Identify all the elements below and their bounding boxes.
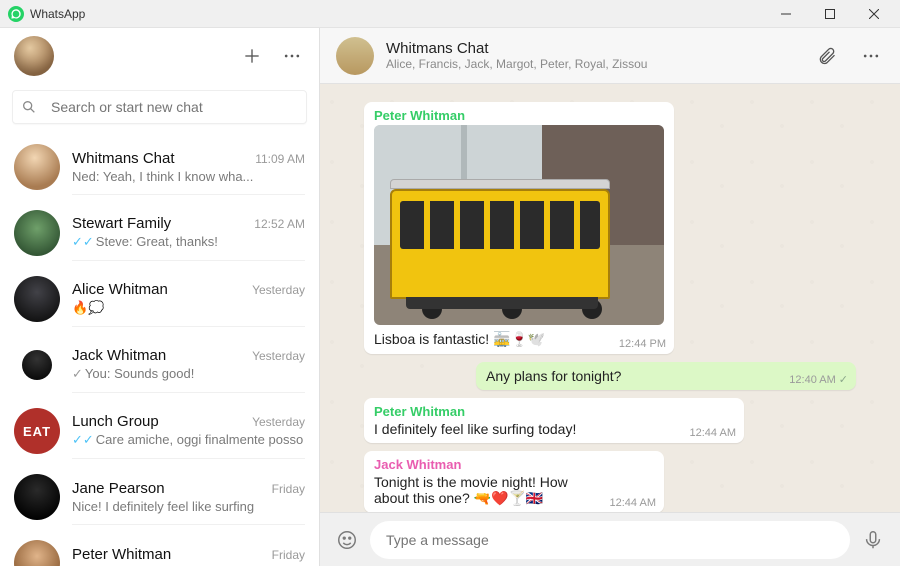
read-tick-icon: ✓✓ xyxy=(72,234,94,249)
chat-item[interactable]: EAT Lunch Group Yesterday ✓✓Care amiche, … xyxy=(0,398,319,464)
chat-item[interactable]: Jack Whitman Yesterday ✓You: Sounds good! xyxy=(0,332,319,398)
chat-time: Yesterday xyxy=(252,283,305,297)
message-time: 12:40 AM xyxy=(789,374,835,386)
window-title: WhatsApp xyxy=(30,7,85,21)
chat-time: Yesterday xyxy=(252,349,305,363)
chat-time: Friday xyxy=(272,548,305,562)
sent-tick-icon: ✓ xyxy=(72,366,83,381)
chat-list: Whitmans Chat 11:09 AM Ned: Yeah, I think… xyxy=(0,134,319,566)
chat-avatar xyxy=(14,474,60,520)
window-minimize-button[interactable] xyxy=(764,0,808,28)
conversation-members: Alice, Francis, Jack, Margot, Peter, Roy… xyxy=(386,57,796,71)
message-composer xyxy=(320,512,900,566)
chat-avatar xyxy=(14,276,60,322)
chat-avatar: EAT xyxy=(14,408,60,454)
read-tick-icon: ✓✓ xyxy=(72,432,94,447)
message-time: 12:44 AM xyxy=(610,497,656,509)
message-body: I definitely feel like surfing today! xyxy=(374,421,736,437)
new-chat-button[interactable] xyxy=(239,43,265,69)
chat-preview: ✓✓Care amiche, oggi finalmente posso xyxy=(72,432,305,448)
chat-item[interactable]: Stewart Family 12:52 AM ✓✓Steve: Great, t… xyxy=(0,200,319,266)
attach-button[interactable] xyxy=(814,43,840,69)
chat-time: 12:52 AM xyxy=(254,217,305,231)
message-sender: Peter Whitman xyxy=(374,108,666,123)
message-time: 12:44 AM xyxy=(690,427,736,439)
sent-tick-icon: ✓ xyxy=(839,373,848,386)
conversation-panel: Whitmans Chat Alice, Francis, Jack, Marg… xyxy=(320,28,900,566)
sidebar: Whitmans Chat 11:09 AM Ned: Yeah, I think… xyxy=(0,28,320,566)
chat-time: 11:09 AM xyxy=(255,152,305,166)
chat-name: Stewart Family xyxy=(72,215,246,232)
conversation-avatar[interactable] xyxy=(336,37,374,75)
chat-avatar xyxy=(14,540,60,566)
chat-name: Jane Pearson xyxy=(72,480,264,497)
message-incoming[interactable]: Peter Whitman Lisboa is fantastic! 🚋🍷🕊️ … xyxy=(364,102,674,354)
message-input[interactable] xyxy=(386,532,834,548)
voice-record-button[interactable] xyxy=(860,527,886,553)
chat-item[interactable]: Jane Pearson Friday Nice! I definitely fe… xyxy=(0,464,319,530)
conversation-header: Whitmans Chat Alice, Francis, Jack, Marg… xyxy=(320,28,900,84)
emoji-button[interactable] xyxy=(334,527,360,553)
chat-time: Friday xyxy=(272,482,305,496)
chat-name: Whitmans Chat xyxy=(72,150,247,167)
message-outgoing[interactable]: Any plans for tonight? 12:40 AM✓ xyxy=(476,362,856,390)
chat-avatar xyxy=(14,342,60,388)
chat-item[interactable]: Alice Whitman Yesterday 🔥💭 xyxy=(0,266,319,332)
conversation-title: Whitmans Chat xyxy=(386,40,796,57)
search-input[interactable] xyxy=(51,99,298,115)
sidebar-header xyxy=(0,28,319,84)
chat-preview: ✓✓Steve: Great, thanks! xyxy=(72,234,305,250)
chat-avatar xyxy=(14,144,60,190)
chat-name: Alice Whitman xyxy=(72,281,244,298)
my-avatar[interactable] xyxy=(14,36,54,76)
window-titlebar: WhatsApp xyxy=(0,0,900,28)
search-icon xyxy=(21,99,37,115)
chat-item[interactable]: Peter WhitmanFriday Yeah, I think I know… xyxy=(0,530,319,566)
whatsapp-logo-icon xyxy=(8,6,24,22)
search-box[interactable] xyxy=(12,90,307,124)
sidebar-menu-button[interactable] xyxy=(279,43,305,69)
chat-name: Jack Whitman xyxy=(72,347,244,364)
message-list[interactable]: Peter Whitman Lisboa is fantastic! 🚋🍷🕊️ … xyxy=(320,84,900,512)
chat-item[interactable]: Whitmans Chat 11:09 AM Ned: Yeah, I think… xyxy=(0,134,319,200)
message-input-wrapper[interactable] xyxy=(370,521,850,559)
message-sender: Peter Whitman xyxy=(374,404,736,419)
chat-preview: Ned: Yeah, I think I know wha... xyxy=(72,169,305,184)
chat-name: Lunch Group xyxy=(72,413,244,430)
message-incoming[interactable]: Peter Whitman I definitely feel like sur… xyxy=(364,398,744,443)
chat-preview: 🔥💭 xyxy=(72,300,305,316)
message-incoming[interactable]: Jack Whitman Tonight is the movie night!… xyxy=(364,451,664,512)
window-close-button[interactable] xyxy=(852,0,896,28)
message-image[interactable] xyxy=(374,125,664,325)
message-time: 12:44 PM xyxy=(619,338,666,350)
chat-preview: ✓You: Sounds good! xyxy=(72,366,305,382)
chat-preview: Nice! I definitely feel like surfing xyxy=(72,499,305,514)
message-sender: Jack Whitman xyxy=(374,457,656,472)
conversation-menu-button[interactable] xyxy=(858,43,884,69)
chat-avatar xyxy=(14,210,60,256)
window-maximize-button[interactable] xyxy=(808,0,852,28)
chat-name: Peter Whitman xyxy=(72,546,264,563)
chat-time: Yesterday xyxy=(252,415,305,429)
